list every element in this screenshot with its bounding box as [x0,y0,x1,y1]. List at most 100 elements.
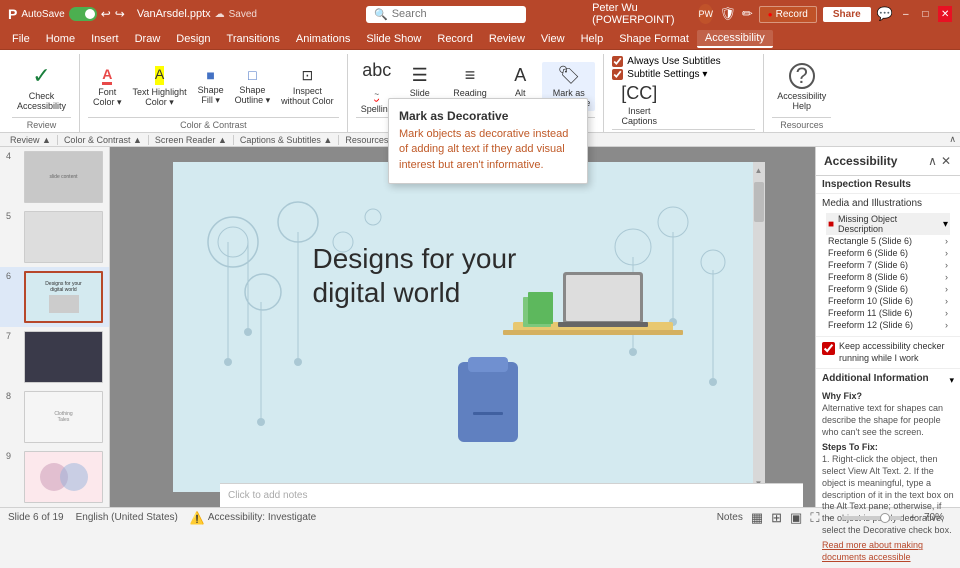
always-use-subtitles-label: Always Use Subtitles [627,56,720,67]
shape-outline-button[interactable]: □ ShapeOutline ▾ [230,64,276,109]
text-highlight-button[interactable]: A Text HighlightColor ▾ [128,63,192,111]
menu-item-slideshow[interactable]: Slide Show [358,31,429,47]
subtitle-settings-checkbox[interactable] [612,69,623,80]
insert-captions-button[interactable]: [CC] InsertCaptions [616,80,662,129]
color-contrast-section: Color & Contrast ▲ [58,135,149,145]
list-item[interactable]: Freeform 11 (Slide 6)› [826,307,950,319]
zoom-level[interactable]: 70% [924,512,952,523]
notes-placeholder: Click to add notes [228,490,308,501]
list-item[interactable]: Freeform 12 (Slide 6)› [826,319,950,330]
spelling-icon: abc~ [362,60,391,102]
accessibility-status-text: Accessibility: Investigate [208,512,316,523]
menu-item-draw[interactable]: Draw [127,31,169,47]
list-item[interactable]: Freeform 6 (Slide 6)› [826,247,950,259]
expand-missing-icon: ▾ [943,219,948,230]
additional-info-header: Additional Information ▾ [822,373,954,387]
media-illustrations-section: Media and Illustrations ■ Missing Object… [816,194,960,337]
slide-canvas[interactable]: Designs for your digital world [173,162,753,492]
keep-running-checkbox[interactable] [822,342,835,355]
normal-view-icon[interactable]: ▦ [751,510,763,526]
slideshow-view-icon[interactable]: ⛶ [810,510,819,526]
menu-item-shapeformat[interactable]: Shape Format [611,31,697,47]
menu-bar: File Home Insert Draw Design Transitions… [0,28,960,50]
subtitle-settings-label: Subtitle Settings ▾ [627,69,707,80]
menu-item-review[interactable]: Review [481,31,533,47]
slide-thumb-6[interactable]: 6 Designs for yourdigital world [0,267,109,327]
menu-item-home[interactable]: Home [38,31,83,47]
shield-icon: 🛡 [719,6,736,22]
menu-item-transitions[interactable]: Transitions [219,31,288,47]
status-bar: Slide 6 of 19 English (United States) ⚠️… [0,507,960,527]
missing-object-header[interactable]: ■ Missing Object Description ▾ [826,213,950,235]
list-item[interactable]: Freeform 7 (Slide 6)› [826,259,950,271]
slide-thumb-7[interactable]: 7 [0,327,109,387]
slide-9-preview [24,451,103,503]
notes-area[interactable]: Click to add notes [220,483,803,507]
zoom-in-button[interactable]: + [910,512,916,524]
accessibility-help-button[interactable]: ? AccessibilityHelp [772,60,831,114]
ribbon-section-labels: Review ▲ Color & Contrast ▲ Screen Reade… [4,135,406,145]
menu-item-file[interactable]: File [4,31,38,47]
menu-item-animations[interactable]: Animations [288,31,358,47]
ribbon-group-review: ✓ CheckAccessibility Review [4,54,80,132]
menu-item-view[interactable]: View [533,31,573,47]
share-button[interactable]: Share [823,7,871,22]
undo-icon[interactable]: ↩ [101,7,111,21]
review-section-collapse[interactable]: Review ▲ [4,135,58,145]
slide-count: Slide 6 of 19 [8,512,64,523]
list-item[interactable]: Freeform 10 (Slide 6)› [826,295,950,307]
menu-item-record[interactable]: Record [429,31,480,47]
slide-sorter-icon[interactable]: ⊞ [771,510,782,526]
slide-scrollbar[interactable]: ▼ ▲ [753,162,765,492]
review-buttons: ✓ CheckAccessibility [12,56,71,117]
saved-label: Saved [229,9,257,20]
color-contrast-buttons: A FontColor ▾ A Text HighlightColor ▾ ■ … [88,56,339,117]
list-item[interactable]: Rectangle 5 (Slide 6)› [826,235,950,247]
always-use-subtitles-checkbox[interactable] [612,56,623,67]
comments-icon[interactable]: 💬 [877,6,893,22]
additional-info-section: Additional Information ▾ Why Fix? Altern… [816,369,960,567]
slide-thumb-8[interactable]: 8 ClothingTales [0,387,109,447]
search-input[interactable] [392,8,512,20]
slide-thumb-9[interactable]: 9 [0,447,109,507]
title-bar-right: Peter Wu (POWERPOINT) PW 🛡 ✏ ● Record Sh… [592,2,952,26]
resources-label: Resources [772,117,831,130]
accessibility-status[interactable]: ⚠️ Accessibility: Investigate [190,511,316,525]
panel-close-button[interactable]: ✕ [940,153,952,169]
list-item[interactable]: Freeform 8 (Slide 6)› [826,271,950,283]
shape-fill-button[interactable]: ■ ShapeFill ▾ [193,64,229,109]
slide-thumb-4[interactable]: 4 slide content [0,147,109,207]
user-avatar[interactable]: PW [698,4,713,24]
redo-icon[interactable]: ↪ [115,7,125,21]
insert-captions-area: [CC] InsertCaptions [612,80,666,129]
search-box[interactable]: 🔍 [366,6,526,23]
reading-view-icon[interactable]: ▣ [790,510,802,526]
notes-toggle[interactable]: Notes [717,512,743,523]
powerpoint-logo-icon: P [8,6,17,22]
list-item[interactable]: Freeform 9 (Slide 6)› [826,283,950,295]
check-accessibility-button[interactable]: ✓ CheckAccessibility [12,60,71,114]
shape-fill-icon: ■ [206,67,214,83]
inspect-color-button[interactable]: ⊡ Inspectwithout Color [276,64,339,109]
zoom-slider[interactable] [842,516,902,520]
language: English (United States) [76,512,178,523]
captions-options: Always Use Subtitles Subtitle Settings ▾ [612,56,720,80]
menu-item-design[interactable]: Design [168,31,218,47]
maximize-button[interactable]: □ [919,6,933,22]
font-color-button[interactable]: A FontColor ▾ [88,63,127,111]
zoom-out-button[interactable]: – [827,512,833,524]
expand-icon: ▲ [133,135,142,145]
panel-collapse-button[interactable]: ∧ [927,153,938,169]
minimize-button[interactable]: – [899,6,913,22]
menu-item-help[interactable]: Help [573,31,612,47]
always-use-subtitles-row: Always Use Subtitles [612,56,720,67]
menu-item-accessibility[interactable]: Accessibility [697,30,773,48]
close-button[interactable]: ✕ [938,6,952,22]
autosave-label: AutoSave [21,9,64,20]
read-more-link[interactable]: Read more about making documents accessi… [822,540,954,563]
slide-thumb-5[interactable]: 5 [0,207,109,267]
record-button[interactable]: ● Record [759,6,817,23]
ribbon-collapse-all[interactable]: ∧ [949,134,956,145]
autosave-toggle[interactable] [69,7,97,21]
menu-item-insert[interactable]: Insert [83,31,127,47]
